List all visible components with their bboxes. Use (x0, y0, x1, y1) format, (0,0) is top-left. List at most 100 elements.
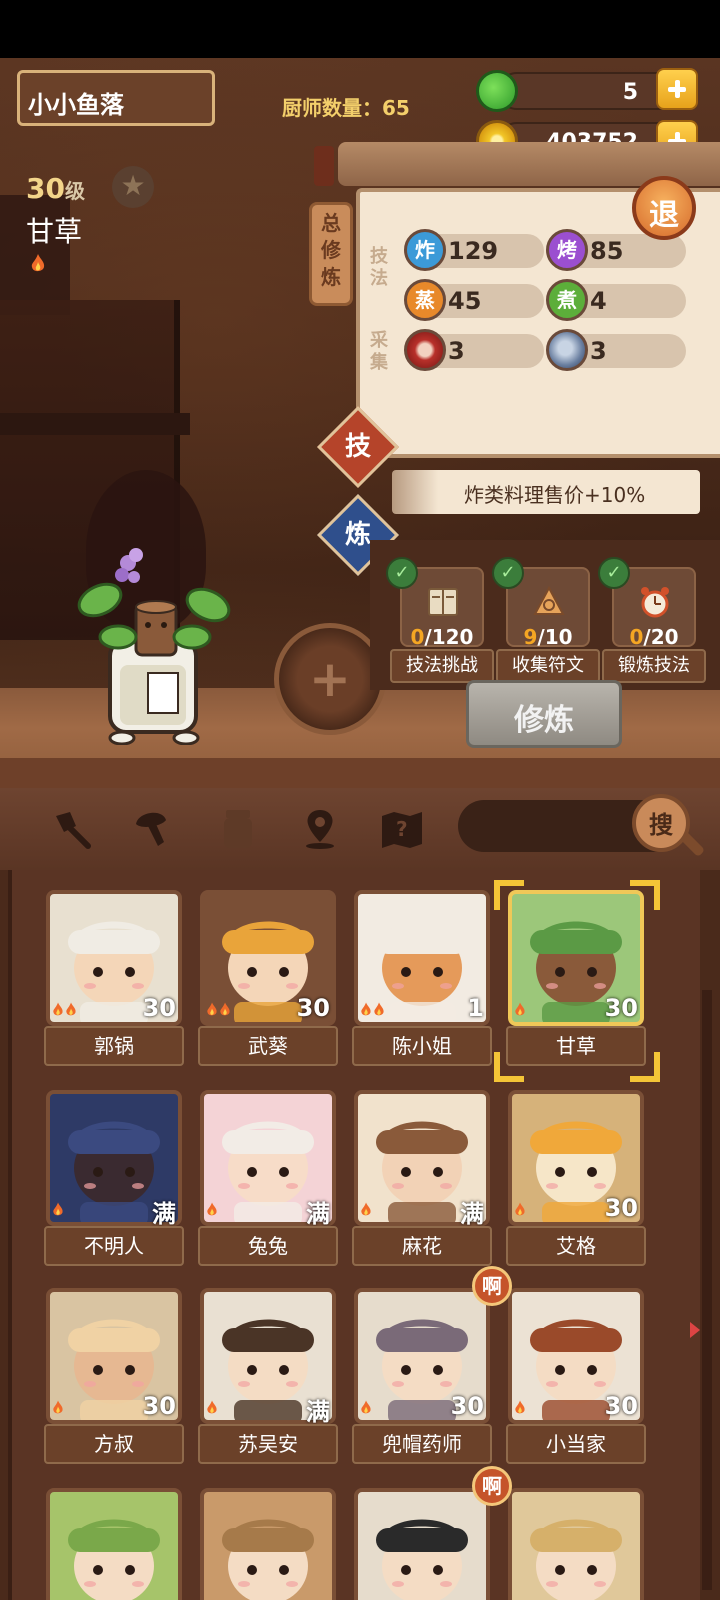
flame-rating (514, 1202, 527, 1222)
chef-level: 满 (152, 1200, 176, 1228)
chef-portrait (200, 1488, 336, 1600)
gather-meat: 3 (404, 329, 544, 371)
task-total: /120 (424, 625, 474, 649)
fry-value: 129 (448, 237, 499, 265)
search-button[interactable]: 搜 (632, 794, 690, 852)
chef-level: 30 (604, 1392, 638, 1420)
mushroom-icon[interactable] (132, 806, 176, 850)
star-icon[interactable]: ★ (112, 166, 154, 208)
cultivate-label: 修炼 (514, 703, 574, 738)
exit-button[interactable]: 退 (632, 176, 696, 240)
arrow-right-icon[interactable] (690, 1322, 700, 1338)
flame-icon (360, 1202, 372, 1218)
task-skill-challenge[interactable]: ✓ 0/120 技法挑战 (386, 557, 494, 683)
total-training-tab[interactable]: 总 修 炼 (309, 202, 353, 306)
task-train-skill[interactable]: ✓ 0/20 锻炼技法 (598, 557, 706, 683)
alert-badge[interactable]: 啊 (472, 1466, 512, 1506)
chef-count: 厨师数量：65 (282, 96, 410, 120)
chef-name: 兔兔 (198, 1226, 338, 1266)
floor-edge (0, 758, 720, 788)
chef-card[interactable] (44, 1488, 184, 1600)
chef-card[interactable]: 满麻花 (352, 1090, 492, 1270)
exit-label: 退 (649, 198, 679, 233)
chef-card[interactable]: 满不明人 (44, 1090, 184, 1270)
meat-icon (404, 329, 446, 371)
shovel-icon[interactable] (50, 806, 94, 850)
svg-text:?: ? (396, 817, 408, 841)
chef-level: 1 (467, 994, 484, 1022)
flame-icon (206, 1400, 218, 1416)
flame-icon (31, 254, 45, 272)
chef-level: 30 (604, 994, 638, 1022)
skills-label-2: 法 (370, 268, 388, 289)
add-green-button[interactable] (656, 68, 698, 110)
chef-level: 满 (306, 1398, 330, 1426)
scrollbar[interactable] (702, 990, 712, 1590)
character-level: 30级 (26, 172, 85, 205)
task-label: 技法挑战 (390, 649, 494, 683)
check-icon: ✓ (492, 557, 524, 589)
chef-portrait (354, 1488, 490, 1600)
treasure-map-icon[interactable]: ? (380, 806, 424, 850)
chef-card[interactable]: 30 甘草 (506, 890, 646, 1070)
chef-name: 麻花 (352, 1226, 492, 1266)
selection-corner (494, 1052, 524, 1082)
chef-level: 30 (142, 1392, 176, 1420)
task-done: 0 (410, 625, 425, 649)
fry-icon: 炸 (404, 229, 446, 271)
skill-fry: 炸 129 (404, 229, 544, 271)
chef-card[interactable]: 满兔兔 (198, 1090, 338, 1270)
chef-card[interactable]: 30 艾格 (506, 1090, 646, 1270)
selection-corner (630, 880, 660, 910)
map-pin-icon[interactable] (298, 806, 342, 850)
rune-icon (533, 585, 565, 615)
chef-card[interactable] (506, 1488, 646, 1600)
chef-card[interactable] (352, 1488, 492, 1600)
plant-character[interactable] (70, 545, 240, 745)
chef-card[interactable]: 30 郭锅 (44, 890, 184, 1070)
gather-label-2: 集 (370, 352, 388, 373)
boil-value: 4 (590, 287, 607, 315)
chef-card[interactable]: 30 兜帽药师 (352, 1288, 492, 1468)
alert-badge[interactable]: 啊 (472, 1266, 512, 1306)
chef-card[interactable]: 30 方叔 (44, 1288, 184, 1468)
player-name-box[interactable]: 小小鱼落 (17, 70, 215, 126)
task-progress: 0/120 (390, 625, 494, 649)
fish-value: 3 (590, 337, 607, 365)
chef-level: 30 (450, 1392, 484, 1420)
fish-icon (546, 329, 588, 371)
skill-tab[interactable]: 技 (329, 418, 387, 476)
flame-rating (52, 1202, 65, 1222)
jar-icon[interactable] (216, 806, 260, 850)
add-symbol: + (309, 650, 351, 708)
flame-icon (514, 1002, 526, 1018)
bonus-text: 炸类料理售价+10% (464, 483, 646, 507)
flame-rating (52, 1002, 78, 1022)
chef-card[interactable]: 1 陈小姐 (352, 890, 492, 1070)
flame-rating (360, 1002, 386, 1022)
roast-value: 85 (590, 237, 624, 265)
player-name: 小小鱼落 (28, 91, 124, 119)
check-icon: ✓ (598, 557, 630, 589)
flame-icon (206, 1202, 218, 1218)
character-name: 甘草 (26, 215, 83, 248)
flame-rating (514, 1400, 527, 1420)
flame-rating (52, 1400, 65, 1420)
skill-steam: 蒸 45 (404, 279, 544, 321)
task-label: 收集符文 (496, 649, 600, 683)
book-icon (428, 588, 458, 616)
level-number: 30 (26, 172, 65, 205)
chef-card[interactable]: 30 武葵 (198, 890, 338, 1070)
chef-name: 兜帽药师 (352, 1424, 492, 1464)
task-collect-runes[interactable]: ✓ 9/10 收集符文 (492, 557, 600, 683)
flame-rating (514, 1002, 527, 1022)
selection-corner (630, 1052, 660, 1082)
chef-card[interactable]: 满苏吴安 (198, 1288, 338, 1468)
chef-card[interactable]: 30 小当家 (506, 1288, 646, 1468)
chef-level: 30 (604, 1194, 638, 1222)
cultivate-button[interactable]: 修炼 (466, 680, 622, 748)
chef-card[interactable] (198, 1488, 338, 1600)
task-total: /10 (537, 625, 573, 649)
flame-icon (514, 1400, 526, 1416)
side-tab-char-2: 修 (321, 238, 341, 262)
